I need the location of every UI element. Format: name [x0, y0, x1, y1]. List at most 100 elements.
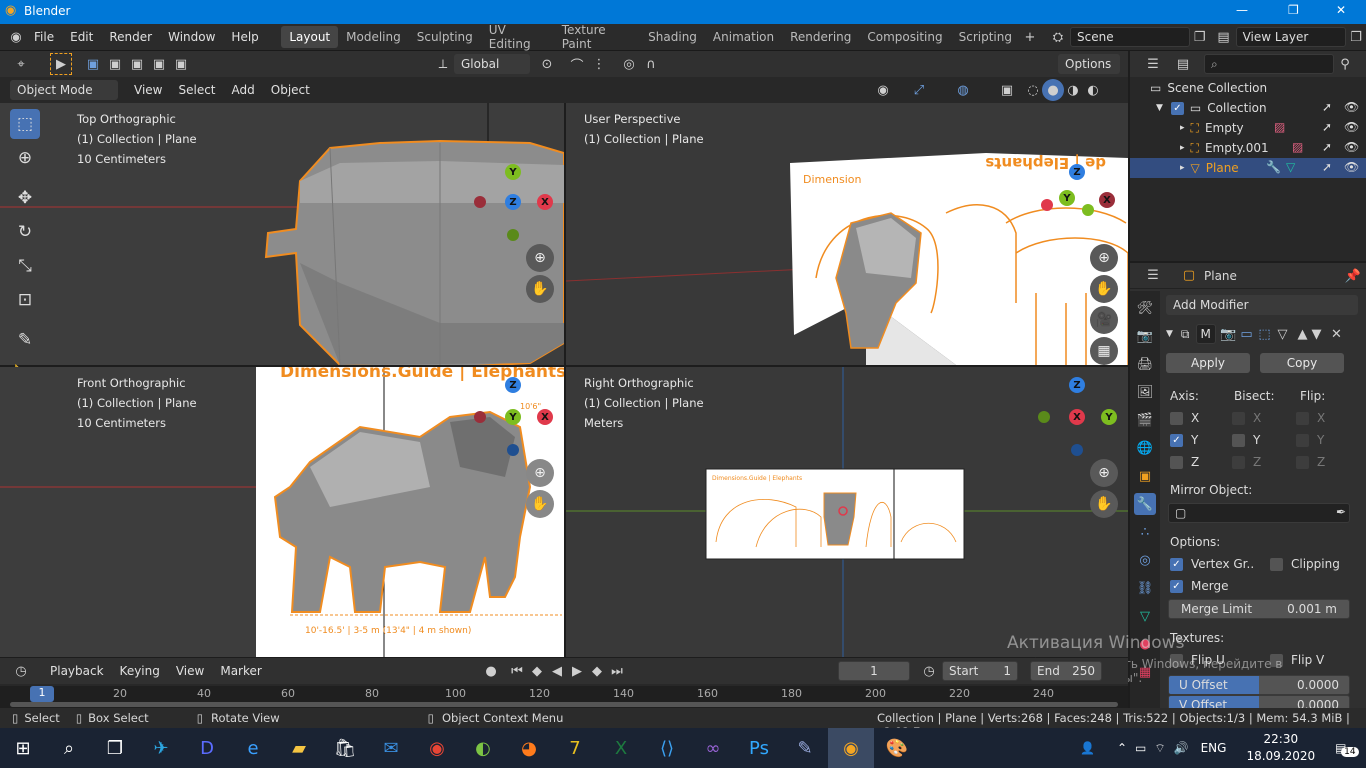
empty001-expand-icon[interactable]: ▸ — [1180, 143, 1185, 153]
front-gizmo-z[interactable]: Z — [505, 377, 521, 393]
timeline-editor-type-icon[interactable]: ◷ — [10, 660, 32, 682]
timeline-ruler[interactable]: 1 20 40 60 80 100 120 140 160 180 200 22… — [0, 686, 1128, 708]
front-gizmo-y[interactable]: Y — [505, 409, 521, 425]
ruler-current[interactable]: 1 — [30, 686, 54, 702]
maximize-button[interactable]: ❐ — [1288, 3, 1299, 17]
right-gizmo-neg-z[interactable] — [1071, 444, 1083, 456]
shading-wireframe-icon[interactable]: ◌ — [1022, 79, 1044, 101]
filter-icon[interactable]: ⚲ — [1334, 53, 1356, 75]
empty-image-icon[interactable]: ▨ — [1274, 120, 1285, 134]
empty-select-icon[interactable]: ➚ — [1322, 120, 1332, 134]
bisect-z-checkbox[interactable] — [1232, 455, 1245, 469]
bisect-y-checkbox[interactable] — [1232, 433, 1245, 447]
box-new-icon[interactable]: ▣ — [82, 53, 104, 75]
minimize-button[interactable]: — — [1236, 3, 1248, 17]
output-tab-icon[interactable]: 🖨 — [1134, 353, 1156, 375]
u-offset-field[interactable]: U Offset 0.0000 — [1168, 675, 1350, 695]
bisect-z-row[interactable]: Z — [1232, 455, 1261, 469]
photoshop-icon[interactable]: Ps — [736, 728, 782, 768]
eyedropper-icon[interactable]: ✒ — [1336, 505, 1346, 519]
telegram-icon[interactable]: ✈ — [138, 728, 184, 768]
collection-eye-icon[interactable]: 👁 — [1344, 100, 1359, 114]
timeline-scrollbar[interactable] — [10, 702, 1118, 707]
scene-tab-icon[interactable]: 🎬 — [1134, 409, 1156, 431]
select-box-tool-icon[interactable]: ⬚ — [10, 109, 40, 139]
tab-rendering[interactable]: Rendering — [782, 26, 859, 48]
modifier-editmode-icon[interactable]: ⬚ — [1256, 323, 1274, 345]
preview-range-icon[interactable]: ◷ — [918, 660, 940, 682]
excel-icon[interactable]: X — [598, 728, 644, 768]
editor-type-icon[interactable]: ⌖ — [10, 53, 32, 75]
empty001-image-icon[interactable]: ▨ — [1292, 140, 1303, 154]
merge-row[interactable]: ✓ Merge — [1170, 579, 1228, 593]
new-view-layer-icon[interactable]: ❐ — [1346, 26, 1366, 48]
right-gizmo-z[interactable]: Z — [1069, 377, 1085, 393]
start-icon[interactable]: ⊞ — [0, 728, 46, 768]
timeline-menu-keying[interactable]: Keying — [112, 658, 168, 685]
gizmo-neg-x[interactable] — [474, 196, 486, 208]
tab-texture-paint[interactable]: Texture Paint — [554, 23, 640, 51]
falloff-icon[interactable]: ∩ — [640, 53, 662, 75]
select-tweak-icon[interactable]: ▶ — [50, 53, 72, 75]
viewport-user-perspective[interactable]: Dimension de | Elephants User Perspectiv… — [566, 103, 1128, 365]
persp-pan-hand-icon[interactable]: ✋ — [1090, 275, 1118, 303]
scale-tool-icon[interactable]: ⤡ — [10, 251, 40, 281]
modifier-viewport-icon[interactable]: ▭ — [1238, 323, 1256, 345]
modifier-tab-icon[interactable]: 🔧 — [1134, 493, 1156, 515]
render-tab-icon[interactable]: 📷 — [1134, 325, 1156, 347]
collection-select-icon[interactable]: ➚ — [1322, 100, 1332, 114]
viewport-menu-object[interactable]: Object — [263, 77, 318, 104]
task-view-icon[interactable]: ❐ — [92, 728, 138, 768]
viewport-menu-select[interactable]: Select — [170, 77, 223, 104]
shading-solid-icon[interactable]: ● — [1042, 79, 1064, 101]
add-modifier-dropdown[interactable]: Add Modifier — [1166, 295, 1358, 315]
menu-edit[interactable]: Edit — [62, 24, 101, 51]
blender-menu-icon[interactable]: ◉ — [6, 26, 26, 48]
flip-v-row[interactable]: Flip V — [1270, 653, 1324, 667]
camera-view-icon[interactable]: 🎥 — [1090, 306, 1118, 334]
add-workspace-icon[interactable]: + — [1020, 26, 1040, 48]
visual-studio-icon[interactable]: ∞ — [690, 728, 736, 768]
menu-render[interactable]: Render — [101, 24, 160, 51]
gizmo-x-axis[interactable]: X — [537, 194, 553, 210]
scene-field[interactable]: Scene — [1070, 27, 1190, 47]
empty001-eye-icon[interactable]: 👁 — [1344, 140, 1359, 154]
orientation-icon[interactable]: ⟂ — [432, 53, 454, 75]
particles-tab-icon[interactable]: ∴ — [1134, 521, 1156, 543]
vscode-icon[interactable]: ⟨⟩ — [644, 728, 690, 768]
xray-icon[interactable]: ▣ — [996, 79, 1018, 101]
gizmo-y-axis[interactable]: Y — [505, 164, 521, 180]
right-gizmo-y[interactable]: Y — [1101, 409, 1117, 425]
clipping-checkbox[interactable] — [1270, 557, 1283, 571]
modifier-name-field[interactable]: M — [1195, 324, 1216, 344]
flip-y-row[interactable]: Y — [1296, 433, 1324, 447]
notifications-icon[interactable]: ▤ 14 — [1335, 741, 1359, 757]
bisect-y-row[interactable]: Y — [1232, 433, 1260, 447]
tab-layout[interactable]: Layout — [281, 26, 339, 48]
play-icon[interactable]: ▶ — [566, 660, 588, 682]
flip-z-checkbox[interactable] — [1296, 455, 1309, 469]
front-pan-hand-icon[interactable]: ✋ — [526, 490, 554, 518]
rotate-tool-icon[interactable]: ↻ — [10, 217, 40, 247]
plane-select-icon[interactable]: ➚ — [1322, 160, 1332, 174]
firefox-icon[interactable]: ◕ — [506, 728, 552, 768]
display-mode-icon[interactable]: ▤ — [1172, 53, 1194, 75]
viewport-menu-add[interactable]: Add — [224, 77, 263, 104]
view-layer-tab-icon[interactable]: 🖼 — [1134, 381, 1156, 403]
tree-row-empty-001[interactable]: ▸ ⛶ Empty.001 ▨ ➚ 👁 — [1130, 138, 1366, 158]
bisect-x-row[interactable]: X — [1232, 411, 1261, 425]
front-gizmo-neg-x[interactable] — [474, 411, 486, 423]
edge-icon[interactable]: e — [230, 728, 276, 768]
ortho-toggle-icon[interactable]: ▦ — [1090, 337, 1118, 365]
viewport-right-ortho[interactable]: Dimensions.Guide | Elephants Right Ortho… — [566, 367, 1128, 657]
tab-modeling[interactable]: Modeling — [338, 26, 409, 48]
timeline-menu-playback[interactable]: Playback — [42, 658, 112, 685]
vertex-groups-checkbox[interactable]: ✓ — [1170, 557, 1183, 571]
physics-tab-icon[interactable]: ◎ — [1134, 549, 1156, 571]
empty001-select-icon[interactable]: ➚ — [1322, 140, 1332, 154]
axis-y-row[interactable]: ✓ Y — [1170, 433, 1198, 447]
copy-button[interactable]: Copy — [1260, 353, 1344, 373]
persp-zoom-icon[interactable]: ⊕ — [1090, 244, 1118, 272]
start-frame-field[interactable]: Start 1 — [942, 661, 1018, 681]
axis-x-row[interactable]: X — [1170, 411, 1199, 425]
